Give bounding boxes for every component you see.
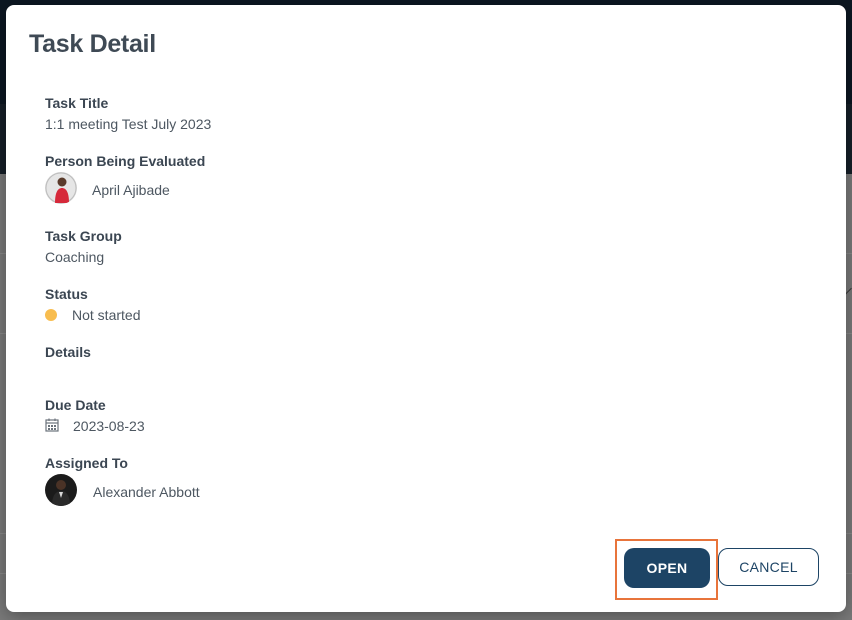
person-avatar-icon <box>45 172 77 204</box>
person-evaluated-label: Person Being Evaluated <box>45 153 206 169</box>
status-value: Not started <box>72 307 141 323</box>
task-title-label: Task Title <box>45 95 109 111</box>
assigned-to-name: Alexander Abbott <box>93 484 200 500</box>
task-title-value: 1:1 meeting Test July 2023 <box>45 116 212 132</box>
task-group-label: Task Group <box>45 228 122 244</box>
status-dot-icon <box>45 309 57 321</box>
cancel-button[interactable]: CANCEL <box>718 548 819 586</box>
status-label: Status <box>45 286 88 302</box>
due-date-label: Due Date <box>45 397 106 413</box>
person-evaluated-name: April Ajibade <box>92 182 170 198</box>
assigned-to-label: Assigned To <box>45 455 128 471</box>
open-button[interactable]: OPEN <box>624 548 710 588</box>
details-label: Details <box>45 344 91 360</box>
assignee-avatar-icon <box>45 474 77 506</box>
due-date-value: 2023-08-23 <box>73 418 145 434</box>
task-group-value: Coaching <box>45 249 105 265</box>
dialog-title: Task Detail <box>29 30 156 58</box>
calendar-icon <box>45 418 59 437</box>
task-detail-dialog: Task Detail Task Title 1:1 meeting Test … <box>6 5 846 612</box>
